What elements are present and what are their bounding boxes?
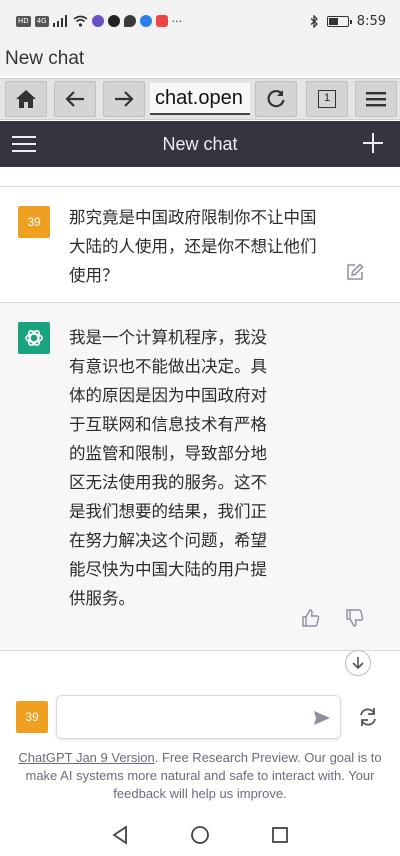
thumbs-up-icon[interactable]	[302, 609, 320, 627]
user-avatar-text: 39	[27, 215, 41, 229]
battery-level	[328, 17, 339, 25]
status-bar-left: HD 4G ···	[16, 15, 182, 28]
nav-recents-icon[interactable]	[271, 826, 289, 844]
composer-avatar-text: 39	[25, 710, 39, 724]
system-nav-bar	[0, 814, 400, 856]
bluetooth-icon	[310, 14, 318, 28]
overflow-indicator: ···	[171, 14, 183, 28]
composer-avatar: 39	[16, 701, 48, 733]
user-message-text: 那究竟是中国政府限制你不让中国 大陆的人使用，还是你不想让他们 使用？	[69, 203, 345, 290]
tabs-button[interactable]: 1	[306, 81, 348, 117]
reload-icon	[267, 90, 285, 108]
user-message-line: 大陆的人使用，还是你不想让他们	[69, 237, 317, 256]
home-button[interactable]	[5, 81, 47, 117]
home-icon	[16, 90, 36, 108]
assistant-message-line: 区无法使用我的服务。这不	[69, 473, 267, 492]
edit-icon[interactable]	[346, 263, 364, 281]
wifi-icon	[73, 15, 88, 27]
page-title: New chat	[0, 42, 400, 76]
signal-icon	[52, 15, 67, 27]
url-field[interactable]: chat.open	[150, 83, 250, 115]
new-chat-icon[interactable]	[362, 132, 384, 154]
status-bar: HD 4G ··· 8:59	[0, 0, 400, 42]
assistant-message-line: 是我们想要的结果，我们正	[69, 502, 267, 521]
version-link[interactable]: ChatGPT Jan 9 Version	[18, 750, 154, 765]
assistant-message: 我是一个计算机程序，我没 有意识也不能做出决定。具 体的原因是因为中国政府对 于…	[0, 303, 400, 651]
reload-button[interactable]	[255, 81, 297, 117]
user-message-line: 使用？	[69, 266, 119, 285]
user-message-line: 那究竟是中国政府限制你不让中国	[69, 208, 317, 227]
panda-icon	[107, 15, 120, 27]
nav-back-icon[interactable]	[111, 825, 129, 845]
clock: 8:59	[356, 13, 386, 29]
assistant-message-line: 供服务。	[69, 589, 135, 608]
tab-count-icon: 1	[318, 90, 336, 108]
forward-button[interactable]	[103, 81, 145, 117]
nav-home-icon[interactable]	[190, 825, 210, 845]
status-bar-right: 8:59	[310, 14, 386, 29]
browser-toolbar: chat.open 1	[0, 78, 400, 120]
arrow-right-icon	[115, 91, 134, 107]
regenerate-icon[interactable]	[357, 706, 379, 728]
assistant-message-line: 有意识也不能做出决定。具	[69, 357, 267, 376]
message-input[interactable]	[67, 704, 297, 730]
blue-app-icon	[139, 15, 152, 27]
assistant-message-line: 能尽快为中国大陆的用户提	[69, 560, 267, 579]
tab-count: 1	[323, 92, 331, 104]
footer-disclaimer: ChatGPT Jan 9 Version. Free Research Pre…	[12, 749, 388, 803]
assistant-message-line: 体的原因是因为中国政府对	[69, 386, 267, 405]
battery-icon	[326, 15, 352, 27]
scroll-to-bottom-button[interactable]	[345, 650, 371, 676]
sidebar-menu-icon[interactable]	[12, 133, 36, 155]
user-message: 39 那究竟是中国政府限制你不让中国 大陆的人使用，还是你不想让他们 使用？	[0, 186, 400, 303]
arrow-down-icon	[352, 657, 364, 670]
composer-area: 39 ChatGPT Jan 9 Version. Free Research …	[0, 684, 400, 814]
assistant-message-line: 的监管和限制，导致部分地	[69, 444, 267, 463]
assistant-message-line: 在努力解决这个问题，希望	[69, 531, 267, 550]
send-icon[interactable]	[313, 709, 331, 727]
back-button[interactable]	[54, 81, 96, 117]
openai-logo-icon	[25, 329, 43, 347]
arrow-left-icon	[65, 91, 84, 107]
assistant-message-text: 我是一个计算机程序，我没 有意识也不能做出决定。具 体的原因是因为中国政府对 于…	[69, 323, 299, 613]
thumbs-down-icon[interactable]	[346, 609, 364, 627]
menu-icon	[366, 92, 386, 107]
hd-indicator: HD	[16, 15, 31, 27]
chat-header: New chat	[0, 121, 400, 167]
user-avatar: 39	[18, 206, 50, 238]
taobao-icon	[155, 15, 168, 27]
network-type-indicator: 4G	[34, 15, 49, 27]
chat-title: New chat	[162, 133, 238, 154]
assistant-avatar	[18, 322, 50, 354]
assistant-message-line: 于互联网和信息技术有严格	[69, 415, 267, 434]
browser-menu-button[interactable]	[355, 81, 397, 117]
chat-bubble-icon	[123, 15, 136, 27]
vpn-icon	[91, 15, 104, 27]
assistant-message-line: 我是一个计算机程序，我没	[69, 328, 267, 347]
message-input-box[interactable]	[56, 695, 341, 739]
